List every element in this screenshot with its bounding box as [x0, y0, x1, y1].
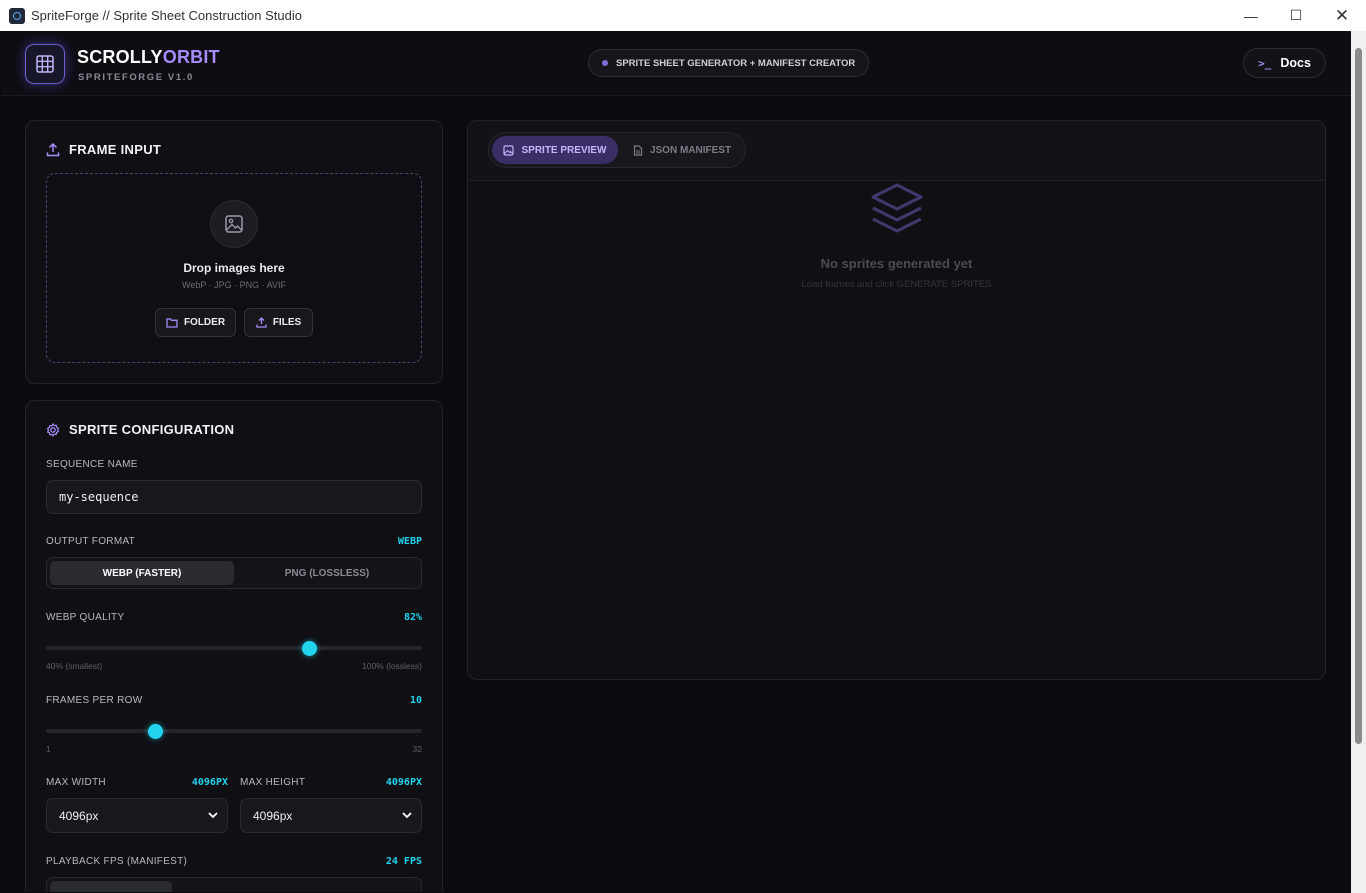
sequence-name-input[interactable]: my-sequence — [46, 480, 422, 514]
format-option-png[interactable]: PNG (LOSSLESS) — [236, 561, 418, 585]
grid-logo-icon — [25, 44, 65, 84]
folder-icon — [166, 318, 178, 328]
files-button[interactable]: FILES — [244, 308, 313, 337]
image-icon — [210, 200, 258, 248]
window-title: SpriteForge // Sprite Sheet Construction… — [31, 8, 302, 23]
scrollbar-thumb[interactable] — [1355, 48, 1362, 744]
config-title: SPRITE CONFIGURATION — [46, 422, 234, 437]
sequence-label: SEQUENCE NAME — [46, 459, 138, 470]
quality-slider-track[interactable] — [46, 646, 422, 650]
empty-hint: Load frames and click GENERATE SPRITES — [801, 279, 992, 290]
minimize-button[interactable]: — — [1228, 0, 1274, 31]
frames-min-label: 1 — [46, 744, 51, 754]
quality-min-label: 40% (smallest) — [46, 661, 103, 671]
app-header: SCROLLYORBIT SPRITEFORGE V1.0 SPRITE SHE… — [1, 31, 1351, 96]
frame-input-title: FRAME INPUT — [46, 142, 161, 157]
upload-icon — [256, 317, 267, 328]
quality-value: 82% — [403, 612, 422, 623]
gear-icon — [46, 422, 60, 437]
format-segmented-control: WEBP (FASTER) PNG (LOSSLESS) — [46, 557, 422, 589]
close-button[interactable]: ✕ — [1319, 0, 1365, 31]
terminal-icon: >_ — [1258, 56, 1272, 70]
fps-segmented-control — [46, 877, 422, 892]
image-icon — [503, 144, 515, 156]
maximize-button[interactable]: ☐ — [1273, 0, 1319, 31]
fps-value: 24 FPS — [385, 856, 422, 867]
sprite-config-panel: SPRITE CONFIGURATION SEQUENCE NAME my-se… — [25, 400, 443, 892]
docs-button[interactable]: >_ Docs — [1243, 48, 1326, 78]
status-dot — [602, 60, 608, 66]
frames-slider-track[interactable] — [46, 729, 422, 733]
max-height-value: 4096PX — [385, 777, 422, 788]
quality-max-label: 100% (lossless) — [362, 661, 422, 671]
fps-option-selected[interactable] — [50, 881, 172, 892]
frame-input-panel: FRAME INPUT Drop images here WebP · JPG … — [25, 120, 443, 384]
quality-label: WEBP QUALITY — [46, 612, 125, 623]
drop-formats: WebP · JPG · PNG · AVIF — [181, 280, 287, 290]
scrollbar[interactable] — [1351, 31, 1366, 893]
chevron-down-icon — [402, 812, 412, 819]
max-width-select[interactable]: 4096px — [46, 798, 228, 833]
empty-heading: No sprites generated yet — [820, 256, 973, 271]
max-height-select[interactable]: 4096px — [240, 798, 422, 833]
folder-button[interactable]: FOLDER — [155, 308, 236, 337]
preview-panel: SPRITE PREVIEW JSON MANIFEST No sprites … — [467, 120, 1326, 680]
header-pill: SPRITE SHEET GENERATOR + MANIFEST CREATO… — [588, 49, 870, 77]
max-width-label: MAX WIDTH — [46, 777, 106, 788]
brand-subtitle: SPRITEFORGE V1.0 — [78, 72, 194, 83]
format-label: OUTPUT FORMAT — [46, 536, 136, 547]
tab-sprite-preview[interactable]: SPRITE PREVIEW — [492, 136, 618, 164]
tab-json-manifest[interactable]: JSON MANIFEST — [621, 136, 743, 164]
window-titlebar: SpriteForge // Sprite Sheet Construction… — [0, 0, 1366, 31]
frames-slider-thumb[interactable] — [147, 724, 163, 739]
app-icon — [9, 7, 25, 24]
file-icon — [633, 144, 643, 156]
frames-label: FRAMES PER ROW — [46, 695, 143, 706]
max-width-value: 4096PX — [191, 777, 228, 788]
max-height-label: MAX HEIGHT — [240, 777, 306, 788]
preview-tabs: SPRITE PREVIEW JSON MANIFEST — [488, 132, 746, 168]
frames-max-label: 32 — [412, 744, 422, 754]
format-option-webp[interactable]: WEBP (FASTER) — [50, 561, 234, 585]
format-value: WEBP — [397, 536, 422, 547]
upload-icon — [46, 142, 60, 156]
fps-label: PLAYBACK FPS (MANIFEST) — [46, 856, 188, 867]
quality-slider-thumb[interactable] — [301, 641, 317, 656]
chevron-down-icon — [208, 812, 218, 819]
layers-icon — [871, 183, 923, 233]
drop-heading: Drop images here — [183, 261, 285, 275]
app-root: SCROLLYORBIT SPRITEFORGE V1.0 SPRITE SHE… — [1, 31, 1351, 892]
brand-name: SCROLLYORBIT — [77, 47, 220, 67]
frames-value: 10 — [409, 695, 422, 706]
drop-zone[interactable]: Drop images here WebP · JPG · PNG · AVIF… — [46, 173, 422, 363]
